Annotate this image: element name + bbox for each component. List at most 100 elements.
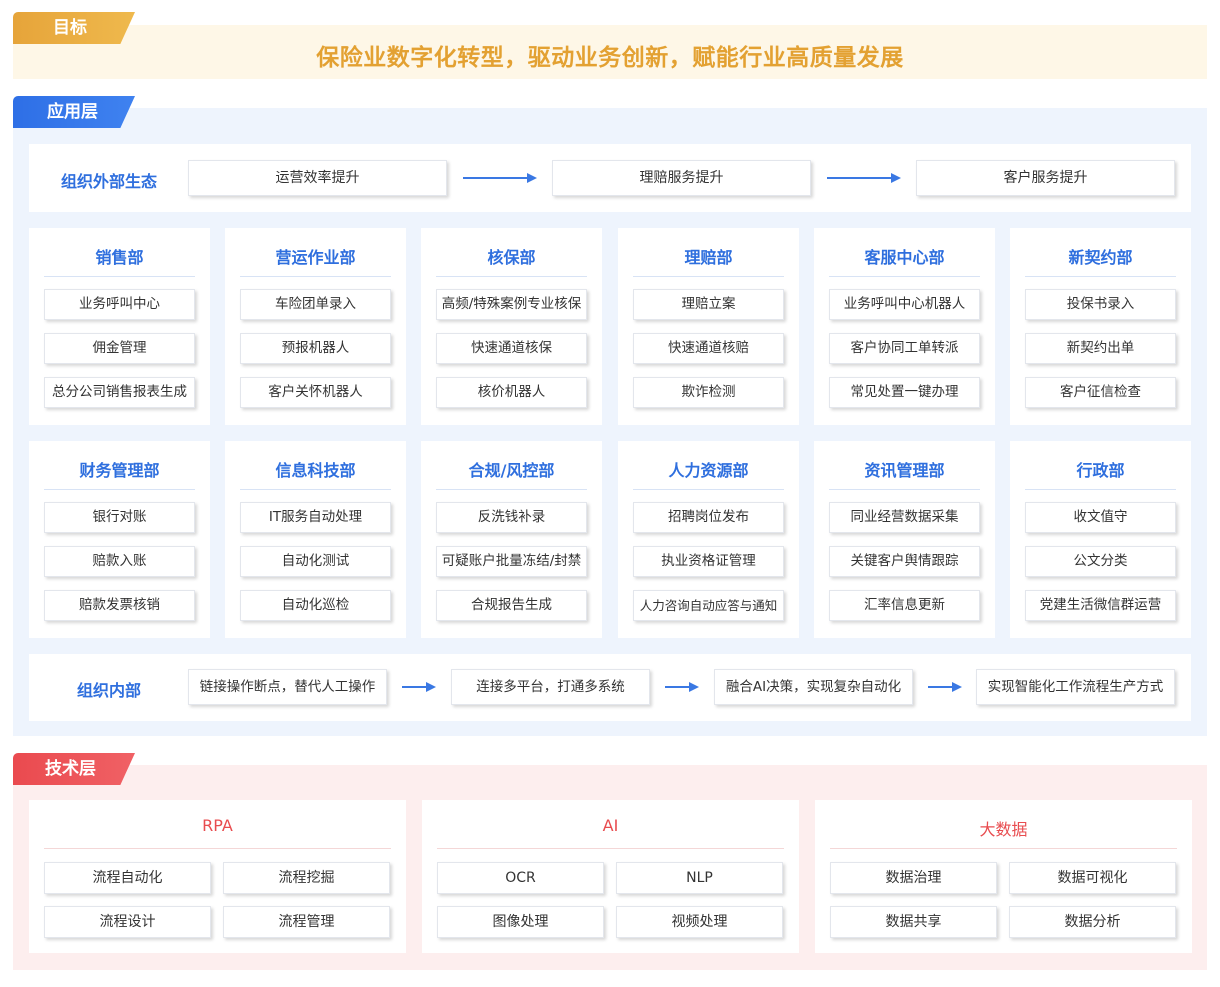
- technology-card: 大数据 数据治理 数据可视化 数据共享 数据分析: [815, 800, 1192, 953]
- internal-step: 连接多平台，打通多系统: [451, 669, 650, 705]
- arrow-icon: [827, 173, 901, 183]
- department-item: 同业经营数据采集: [829, 502, 980, 533]
- department-title: 新契约部: [1068, 248, 1133, 267]
- department-card: 客服中心部 业务呼叫中心机器人 客户协同工单转派 常见处置一键办理: [814, 228, 995, 425]
- department-item: 收文值守: [1025, 502, 1176, 533]
- department-title: 财务管理部: [79, 461, 160, 480]
- department-item: 关键客户舆情跟踪: [829, 546, 980, 577]
- department-card: 合规/风控部 反洗钱补录 可疑账户批量冻结/封禁 合规报告生成: [421, 441, 602, 638]
- technology-title: AI: [602, 816, 619, 835]
- technology-item: 数据治理: [830, 862, 997, 894]
- department-card: 营运作业部 车险团单录入 预报机器人 客户关怀机器人: [225, 228, 406, 425]
- department-item: 投保书录入: [1025, 289, 1176, 320]
- application-layer-tag: 应用层: [13, 96, 135, 128]
- department-item: 客户关怀机器人: [240, 377, 391, 408]
- divider: [436, 489, 587, 490]
- department-card: 资讯管理部 同业经营数据采集 关键客户舆情跟踪 汇率信息更新: [814, 441, 995, 638]
- department-item: 公文分类: [1025, 546, 1176, 577]
- divider: [240, 489, 391, 490]
- arrow-icon: [402, 682, 436, 692]
- department-title: 合规/风控部: [468, 461, 555, 480]
- divider: [44, 489, 195, 490]
- department-title: 核保部: [487, 248, 536, 267]
- department-item: 反洗钱补录: [436, 502, 587, 533]
- technology-item: 数据分析: [1009, 906, 1176, 938]
- department-title: 客服中心部: [864, 248, 945, 267]
- department-title: 人力资源部: [668, 461, 749, 480]
- external-step: 客户服务提升: [916, 160, 1175, 196]
- technology-item: 数据共享: [830, 906, 997, 938]
- divider: [1025, 276, 1176, 277]
- department-item: 自动化巡检: [240, 590, 391, 621]
- department-card: 行政部 收文值守 公文分类 党建生活微信群运营: [1010, 441, 1191, 638]
- external-step: 运营效率提升: [188, 160, 447, 196]
- department-card: 人力资源部 招聘岗位发布 执业资格证管理 人力咨询自动应答与通知: [618, 441, 799, 638]
- department-item: 新契约出单: [1025, 333, 1176, 364]
- divider: [240, 276, 391, 277]
- department-item: 银行对账: [44, 502, 195, 533]
- divider: [436, 276, 587, 277]
- department-item: 业务呼叫中心机器人: [829, 289, 980, 320]
- department-item: 党建生活微信群运营: [1025, 590, 1176, 621]
- department-card: 理赔部 理赔立案 快速通道核赔 欺诈检测: [618, 228, 799, 425]
- department-item: 自动化测试: [240, 546, 391, 577]
- technology-layer-tag: 技术层: [13, 753, 135, 785]
- department-item: IT服务自动处理: [240, 502, 391, 533]
- divider: [44, 276, 195, 277]
- internal-step: 链接操作断点，替代人工操作: [188, 669, 387, 705]
- department-item: 汇率信息更新: [829, 590, 980, 621]
- technology-item: NLP: [616, 862, 783, 894]
- divider: [633, 276, 784, 277]
- department-item: 欺诈检测: [633, 377, 784, 408]
- technology-item: 流程自动化: [44, 862, 211, 894]
- divider: [437, 848, 784, 849]
- department-item: 客户征信检查: [1025, 377, 1176, 408]
- department-item: 执业资格证管理: [633, 546, 784, 577]
- technology-title: RPA: [202, 816, 233, 835]
- department-item: 高频/特殊案例专业核保: [436, 289, 587, 320]
- internal-organization-band: 组织内部 链接操作断点，替代人工操作 连接多平台，打通多系统 融合AI决策，实现…: [29, 654, 1191, 721]
- internal-step: 融合AI决策，实现复杂自动化: [714, 669, 913, 705]
- technology-item: 流程管理: [223, 906, 390, 938]
- department-title: 营运作业部: [275, 248, 356, 267]
- department-item: 常见处置一键办理: [829, 377, 980, 408]
- technology-item: 流程设计: [44, 906, 211, 938]
- department-card: 信息科技部 IT服务自动处理 自动化测试 自动化巡检: [225, 441, 406, 638]
- external-ecosystem-band: 组织外部生态 运营效率提升 理赔服务提升 客户服务提升: [29, 144, 1191, 212]
- department-title: 销售部: [95, 248, 144, 267]
- divider: [633, 489, 784, 490]
- department-item: 合规报告生成: [436, 590, 587, 621]
- goal-statement: 保险业数字化转型，驱动业务创新，赋能行业高质量发展: [316, 45, 904, 71]
- divider: [1025, 489, 1176, 490]
- arrow-icon: [928, 682, 962, 692]
- department-item: 快速通道核保: [436, 333, 587, 364]
- department-title: 理赔部: [684, 248, 733, 267]
- technology-item: 图像处理: [437, 906, 604, 938]
- internal-organization-label: 组织内部: [77, 681, 142, 700]
- department-item: 业务呼叫中心: [44, 289, 195, 320]
- external-step: 理赔服务提升: [552, 160, 811, 196]
- department-item: 预报机器人: [240, 333, 391, 364]
- divider: [829, 489, 980, 490]
- department-item: 人力咨询自动应答与通知: [633, 590, 784, 621]
- internal-step: 实现智能化工作流程生产方式: [976, 669, 1175, 705]
- technology-title: 大数据: [979, 820, 1028, 839]
- arrow-icon: [665, 682, 699, 692]
- divider: [830, 848, 1177, 849]
- department-item: 赔款发票核销: [44, 590, 195, 621]
- department-card: 新契约部 投保书录入 新契约出单 客户征信检查: [1010, 228, 1191, 425]
- department-item: 佣金管理: [44, 333, 195, 364]
- department-title: 资讯管理部: [864, 461, 945, 480]
- technology-item: 流程挖掘: [223, 862, 390, 894]
- technology-item: OCR: [437, 862, 604, 894]
- department-item: 赔款入账: [44, 546, 195, 577]
- arrow-icon: [463, 173, 537, 183]
- department-title: 行政部: [1076, 461, 1125, 480]
- department-card: 财务管理部 银行对账 赔款入账 赔款发票核销: [29, 441, 210, 638]
- department-title: 信息科技部: [275, 461, 356, 480]
- department-item: 客户协同工单转派: [829, 333, 980, 364]
- department-item: 理赔立案: [633, 289, 784, 320]
- technology-card: RPA 流程自动化 流程挖掘 流程设计 流程管理: [29, 800, 406, 953]
- technology-card: AI OCR NLP 图像处理 视频处理: [422, 800, 799, 953]
- department-item: 快速通道核赔: [633, 333, 784, 364]
